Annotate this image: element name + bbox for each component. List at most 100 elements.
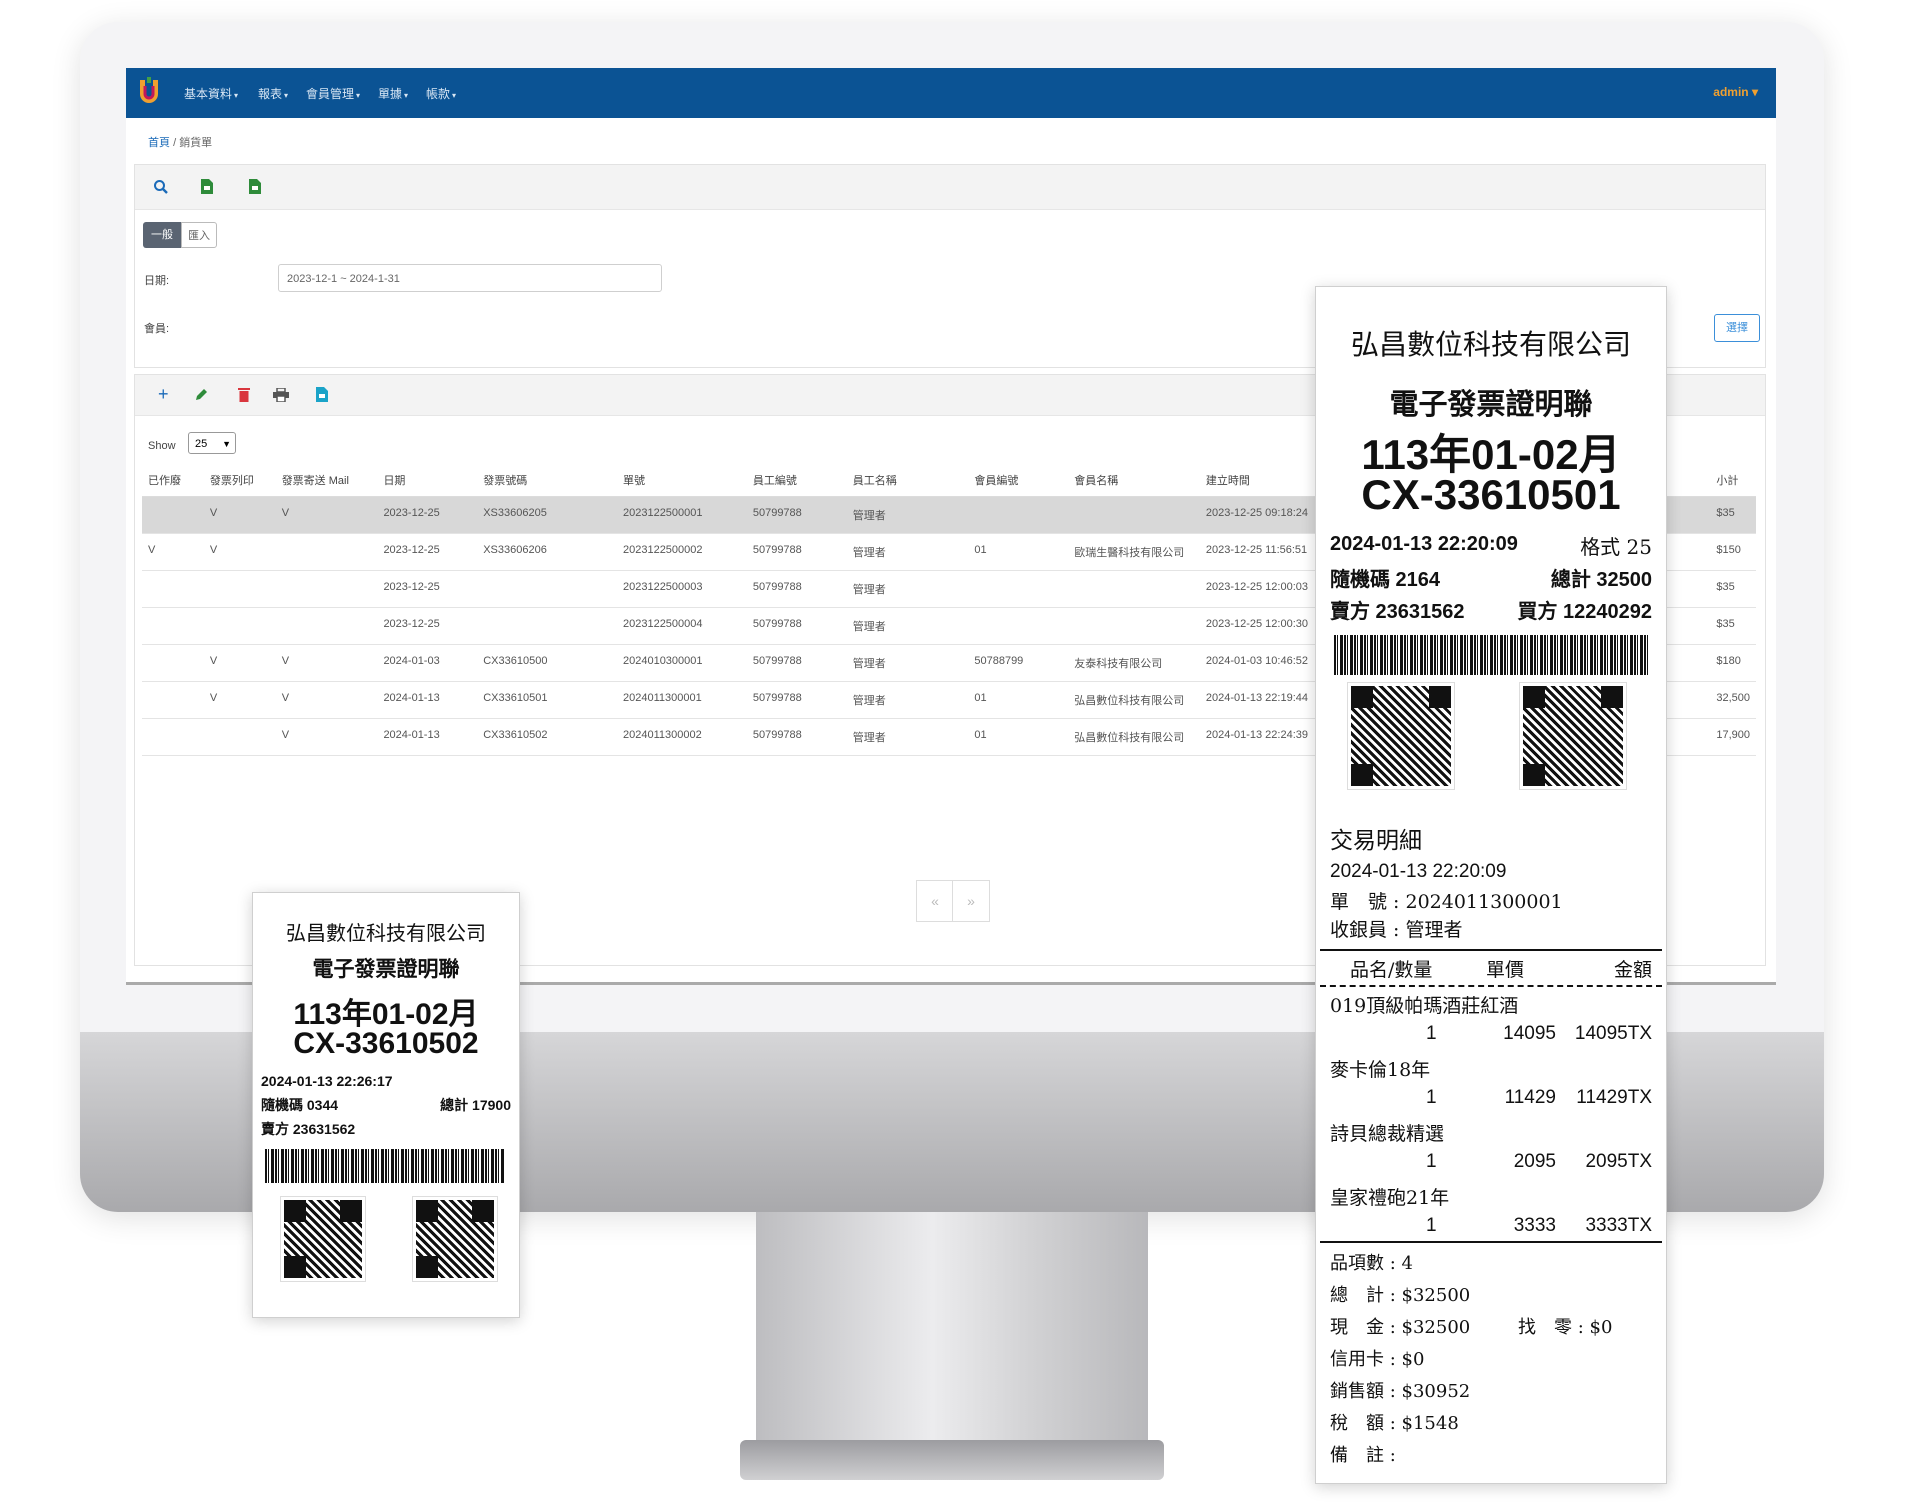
pager-next-button[interactable]: » [952,880,990,922]
receipt-company: 弘昌數位科技有限公司 [286,921,486,945]
search-icon[interactable] [153,179,169,195]
col-invoice-no[interactable]: 發票號碼 [477,468,617,497]
receipt-large: 弘昌數位科技有限公司 電子發票證明聯 113年01-02月 CX-3361050… [1315,286,1667,1484]
qr-code-left-icon [1347,682,1455,790]
menu-basic-data[interactable]: 基本資料 ▾ [184,85,238,102]
cell-printed: V [203,681,276,719]
cell-member-name: 弘昌數位科技有限公司 [1068,718,1200,756]
receipt-seller: 賣方 23631562 [1330,601,1465,623]
cell-printed: V [203,644,276,682]
item-amount: 14095TX [1574,1023,1652,1044]
add-icon[interactable]: + [158,384,169,405]
monitor-stand-base [740,1440,1164,1480]
export-excel-icon[interactable] [201,179,213,194]
cell-subtotal: $150 [1710,533,1756,571]
cell-mail: V [275,644,378,682]
receipt-format: 格式 25 [1580,535,1652,559]
divider [1320,949,1662,951]
print-icon[interactable] [273,388,289,402]
col-void[interactable]: 已作廢 [142,468,204,497]
detail-cashier: 收銀員 : 管理者 [1330,919,1463,941]
cell-order-no: 2023122500002 [616,533,747,571]
cell-mail: V [275,681,378,719]
cell-member-name [1068,496,1200,534]
item-price: 14095 [1503,1023,1556,1044]
cell-employee-name: 管理者 [846,533,969,571]
receipt-datetime: 2024-01-13 22:26:17 [261,1073,393,1089]
app-logo-icon[interactable] [138,76,160,110]
col-employee-no[interactable]: 員工編號 [746,468,847,497]
col-date[interactable]: 日期 [377,468,478,497]
summary-change: 找 零 : $0 [1518,1317,1613,1338]
receipt-small: 弘昌數位科技有限公司 電子發票證明聯 113年01-02月 CX-3361050… [252,892,520,1318]
tab-general[interactable]: 一般 [143,222,181,248]
delete-icon[interactable] [238,387,250,402]
receipt-seller: 賣方 23631562 [261,1121,356,1137]
cell-employee-name: 管理者 [846,607,969,645]
cell-employee-name: 管理者 [846,644,969,682]
select-member-button[interactable]: 選擇 [1714,314,1760,342]
detail-datetime: 2024-01-13 22:20:09 [1330,861,1507,882]
summary-total: 總 計 : $32500 [1330,1285,1471,1306]
receipt-total: 總計 32500 [1550,569,1652,591]
summary-credit-card: 信用卡 : $0 [1330,1349,1425,1370]
breadcrumb-home[interactable]: 首頁 [148,137,170,149]
receipt-invoice-no: CX-33610502 [293,1027,479,1060]
cell-employee-name: 管理者 [846,681,969,719]
export-file-icon[interactable] [249,179,261,194]
cell-member-no: 01 [968,533,1069,571]
col-printed[interactable]: 發票列印 [203,468,276,497]
summary-cash: 現 金 : $32500 [1330,1317,1471,1338]
tab-import[interactable]: 匯入 [181,222,217,248]
col-subtotal[interactable]: 小計 [1710,468,1756,497]
date-range-input[interactable]: 2023-12-1 ~ 2024-1-31 [278,264,662,292]
cell-date: 2023-12-25 [377,570,478,608]
cell-member-no [968,496,1069,534]
receipt-buyer: 買方 12240292 [1517,601,1652,623]
cell-employee-name: 管理者 [846,496,969,534]
receipt-invoice-no: CX-33610501 [1361,471,1621,518]
cell-date: 2024-01-13 [377,681,478,719]
menu-member-management[interactable]: 會員管理 ▾ [306,85,360,102]
item-qty: 1 [1426,1151,1437,1172]
menu-reports[interactable]: 報表 ▾ [258,85,288,102]
receipt-datetime: 2024-01-13 22:20:09 [1330,533,1518,555]
col-member-name[interactable]: 會員名稱 [1068,468,1200,497]
cell-date: 2023-12-25 [377,496,478,534]
cell-printed [203,570,276,608]
item-qty: 1 [1426,1087,1437,1108]
invoice-file-icon[interactable] [316,387,328,402]
cell-employee-no: 50799788 [746,496,847,534]
cell-subtotal: $35 [1710,570,1756,608]
cell-date: 2023-12-25 [377,607,478,645]
head-item-qty: 品名/數量 [1350,959,1433,981]
receipt-random-code: 隨機碼 2164 [1330,569,1441,591]
cell-member-name: 弘昌數位科技有限公司 [1068,681,1200,719]
cell-member-no [968,570,1069,608]
cell-member-no: 50788799 [968,644,1069,682]
menu-documents[interactable]: 單據 ▾ [378,85,408,102]
col-order-no[interactable]: 單號 [616,468,747,497]
pager-prev-button[interactable]: « [916,880,954,922]
col-employee-name[interactable]: 員工名稱 [846,468,969,497]
navbar: 基本資料 ▾ 報表 ▾ 會員管理 ▾ 單據 ▾ 帳款 ▾ admin ▾ [126,68,1776,118]
page-size-select[interactable]: 25 ▼ [188,432,236,454]
qr-code-left-icon [280,1196,366,1282]
divider [1320,985,1662,987]
cell-void [142,681,204,719]
menu-accounts[interactable]: 帳款 ▾ [426,85,456,102]
col-member-no[interactable]: 會員編號 [968,468,1069,497]
qr-code-right-icon [1519,682,1627,790]
edit-icon[interactable] [194,388,208,402]
cell-member-name [1068,570,1200,608]
cell-void: V [142,533,204,571]
cell-order-no: 2023122500001 [616,496,747,534]
cell-printed [203,607,276,645]
cell-employee-no: 50799788 [746,644,847,682]
cell-employee-no: 50799788 [746,681,847,719]
summary-item-count: 品項數 : 4 [1330,1253,1413,1274]
user-menu[interactable]: admin ▾ [1713,85,1758,99]
col-mail[interactable]: 發票寄送 Mail [275,468,378,497]
cell-void [142,496,204,534]
barcode-icon [265,1149,505,1183]
